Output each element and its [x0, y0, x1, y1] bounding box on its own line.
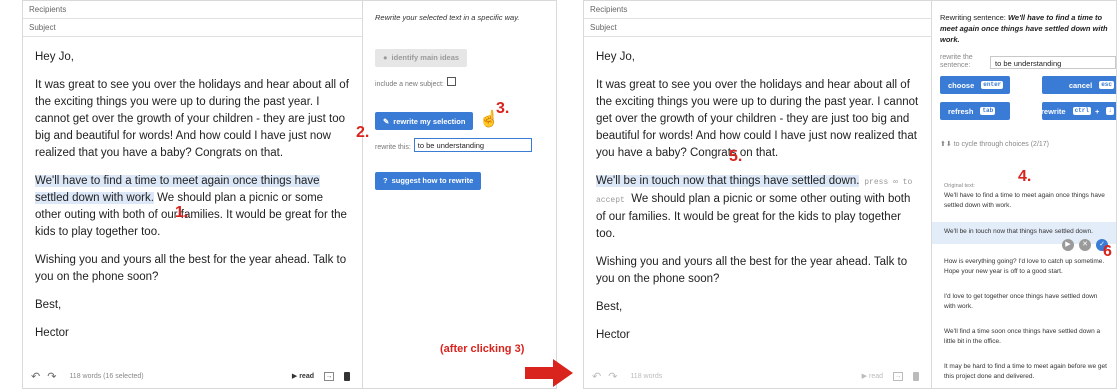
- body-paragraph: Wishing you and yours all the best for t…: [35, 254, 347, 283]
- step-5-label: 5.: [729, 148, 743, 165]
- email-editor: Recipients Subject Hey Jo, It was great …: [584, 1, 932, 388]
- editor-footer: ↶ ↷ 118 words ▶ read →: [584, 364, 931, 388]
- rewrite-this-label: rewrite this:: [375, 144, 411, 151]
- body-paragraph: It was great to see you over the holiday…: [35, 79, 349, 159]
- rewrite-this-input[interactable]: to be understanding: [413, 137, 532, 152]
- figure: Recipients Subject Hey Jo, It was great …: [0, 0, 1117, 389]
- greeting: Hey Jo,: [35, 51, 74, 63]
- choice-item[interactable]: How is everything going? I'd love to cat…: [940, 252, 1116, 282]
- arrow-up-down-icon: ⬆⬇: [940, 141, 952, 148]
- include-subject-label: include a new subject:: [375, 80, 444, 88]
- cancel-button[interactable]: cancel esc: [1042, 76, 1116, 94]
- export-icon[interactable]: →: [893, 371, 903, 381]
- step-6-label: 6: [1103, 243, 1112, 260]
- identify-main-ideas-button[interactable]: ● identify main ideas: [375, 48, 468, 67]
- word-count: 118 words: [630, 372, 663, 380]
- recipients-field[interactable]: Recipients: [584, 1, 931, 19]
- rewrite-panel: Rewrite your selected text in a specific…: [363, 1, 556, 388]
- read-button[interactable]: ▶ read: [862, 372, 883, 380]
- email-body[interactable]: Hey Jo, It was great to see you over the…: [23, 37, 362, 342]
- read-button[interactable]: ▶ read: [292, 372, 314, 380]
- press-hint: press: [859, 178, 894, 187]
- redo-icon[interactable]: ↷: [608, 370, 617, 383]
- choose-button[interactable]: choose enter: [940, 76, 1010, 94]
- suggest-how-to-rewrite-button[interactable]: ? suggest how to rewrite: [375, 171, 482, 190]
- choices-list: Original text: We'll have to find a time…: [932, 181, 1116, 387]
- choice-item[interactable]: We'll find a time soon once things have …: [940, 322, 1116, 352]
- step-3-label: 3.: [496, 100, 510, 117]
- help-icon: ?: [383, 176, 388, 185]
- bulb-icon: ●: [383, 53, 388, 62]
- undo-icon[interactable]: ↶: [592, 370, 601, 383]
- cycle-hint: ⬆⬇ to cycle through choices (2/17): [940, 140, 1050, 149]
- redo-icon[interactable]: ↷: [47, 370, 56, 383]
- email-editor: Recipients Subject Hey Jo, It was great …: [23, 1, 363, 388]
- rewrite-panel: Rewriting sentence: We'll have to find a…: [932, 1, 1116, 388]
- body-paragraph: We'll have to find a time to meet again …: [35, 173, 352, 241]
- right-panel: Recipients Subject Hey Jo, It was great …: [583, 0, 1117, 389]
- include-subject-checkbox[interactable]: [446, 76, 456, 86]
- rewritten-text[interactable]: We'll be in touch now that things have s…: [596, 175, 860, 187]
- arrow-right-icon: [525, 359, 573, 387]
- step-4-label: 4.: [1018, 168, 1032, 185]
- rewrite-button[interactable]: rewrite ctrl + ↓: [1041, 102, 1116, 120]
- editor-footer: ↶ ↷ 118 words (16 selected) ▶ read →: [23, 364, 362, 388]
- recipients-field[interactable]: Recipients: [23, 1, 362, 19]
- rewrite-selection-button[interactable]: ✎ rewrite my selection: [375, 112, 474, 130]
- trash-icon[interactable]: [913, 371, 919, 381]
- subject-field[interactable]: Subject: [584, 19, 931, 37]
- undo-icon[interactable]: ↶: [31, 370, 40, 383]
- signoff: Best,: [596, 301, 623, 313]
- rewriting-header: Rewriting sentence: We'll have to find a…: [940, 13, 1108, 44]
- greeting: Hey Jo,: [596, 51, 635, 63]
- close-icon[interactable]: ✕: [1079, 239, 1091, 251]
- body-paragraph: It was great to see you over the holiday…: [596, 79, 919, 159]
- body-paragraph: Wishing you and yours all the best for t…: [596, 256, 908, 285]
- panel-title: Rewrite your selected text in a specific…: [375, 13, 520, 22]
- play-icon[interactable]: ▶: [1062, 239, 1074, 251]
- word-count: 118 words (16 selected): [69, 372, 144, 380]
- rewrite-sentence-label: rewrite the sentence:: [940, 54, 973, 69]
- signature-name: Hector: [596, 329, 630, 341]
- body-paragraph: We'll be in touch now that things have s…: [596, 173, 921, 243]
- signoff: Best,: [35, 299, 62, 311]
- email-body[interactable]: Hey Jo, It was great to see you over the…: [584, 37, 931, 344]
- rewrite-instruction-input[interactable]: to be understanding: [990, 55, 1116, 69]
- refresh-button[interactable]: refresh tab: [940, 102, 1010, 120]
- step-2-label: 2.: [356, 124, 370, 141]
- step-1-label: 1.: [175, 204, 189, 221]
- choice-item[interactable]: It may be hard to find a time to meet ag…: [940, 357, 1116, 387]
- body-text: We should plan a picnic or some other ou…: [596, 193, 911, 240]
- export-icon[interactable]: →: [324, 371, 334, 381]
- left-panel: Recipients Subject Hey Jo, It was great …: [22, 0, 557, 389]
- after-clicking-label: (after clicking 3): [440, 343, 525, 355]
- pencil-icon: ✎: [383, 116, 390, 126]
- original-choice[interactable]: Original text: We'll have to find a time…: [940, 181, 1116, 216]
- subject-field[interactable]: Subject: [23, 19, 362, 37]
- trash-icon[interactable]: [344, 371, 350, 381]
- signature-name: Hector: [35, 327, 69, 339]
- choice-item[interactable]: I'd love to get together once things hav…: [940, 287, 1116, 317]
